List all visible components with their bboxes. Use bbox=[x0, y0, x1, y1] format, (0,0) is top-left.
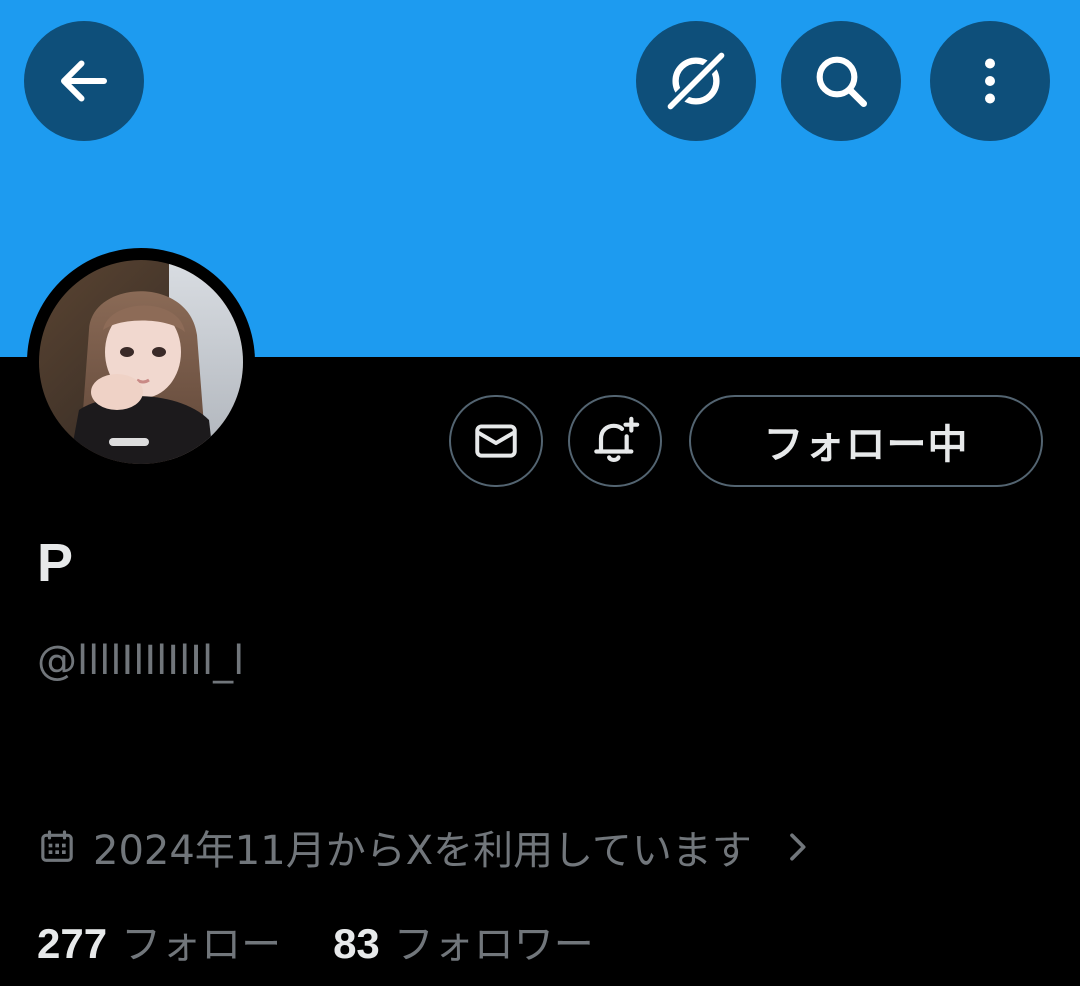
joined-date-text: 2024年11月からXを利用しています bbox=[93, 828, 752, 874]
back-button[interactable] bbox=[24, 21, 144, 141]
user-handle: @llllIlIlIlIl_l bbox=[37, 638, 245, 684]
followers-label: フォロワー bbox=[393, 922, 594, 968]
avatar-frame bbox=[27, 248, 255, 476]
more-options-button[interactable] bbox=[930, 21, 1050, 141]
arrow-left-icon bbox=[61, 60, 107, 102]
following-count: 277 bbox=[37, 920, 108, 967]
followers-count: 83 bbox=[333, 920, 380, 967]
search-button[interactable] bbox=[781, 21, 901, 141]
following-button[interactable]: フォロー中 bbox=[689, 395, 1043, 487]
avatar[interactable] bbox=[39, 260, 243, 464]
search-icon bbox=[816, 56, 867, 107]
more-vertical-icon bbox=[985, 58, 995, 104]
following-label: フォロー bbox=[121, 922, 282, 968]
message-button[interactable] bbox=[449, 395, 543, 487]
mail-icon bbox=[475, 424, 517, 458]
follow-stats: 277 フォロー 83 フォロワー bbox=[37, 912, 594, 970]
chevron-right-icon bbox=[790, 833, 806, 861]
following-stat[interactable]: 277 フォロー bbox=[37, 912, 281, 970]
calendar-icon bbox=[41, 830, 73, 862]
display-name: P bbox=[37, 533, 74, 593]
notifications-button[interactable] bbox=[568, 395, 662, 487]
joined-date-row[interactable]: 2024年11月からXを利用しています bbox=[37, 818, 812, 876]
grok-icon bbox=[662, 47, 730, 115]
bell-plus-icon bbox=[594, 416, 640, 463]
profile-photo bbox=[39, 260, 243, 464]
followers-stat[interactable]: 83 フォロワー bbox=[333, 912, 594, 970]
grok-button[interactable] bbox=[636, 21, 756, 141]
